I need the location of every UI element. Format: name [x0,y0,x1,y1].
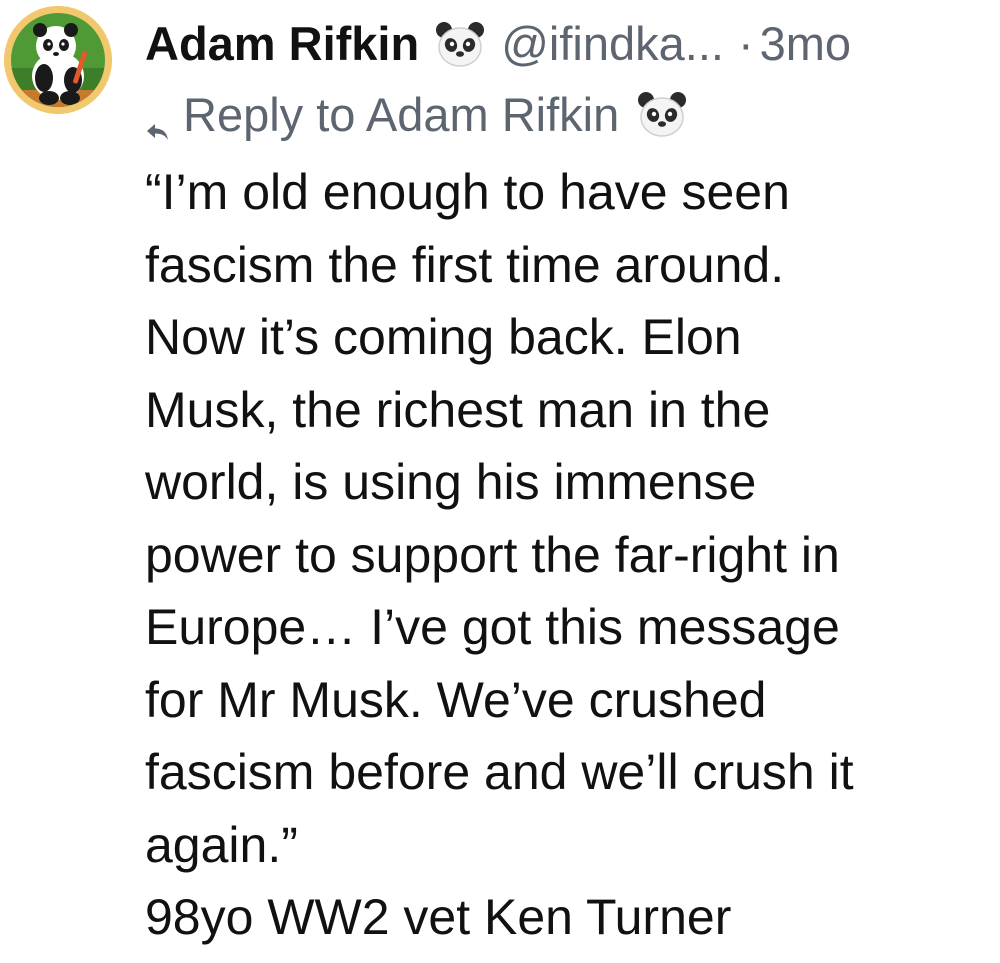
author-handle[interactable]: @ifindka... [501,12,724,76]
author-avatar[interactable] [4,6,112,114]
post: Adam Rifkin @ifindka... · 3mo Reply to A… [0,0,1000,963]
panda-face-icon [435,20,485,68]
post-body: “I’m old enough to have seen fascism the… [145,156,990,954]
post-body-line: world, is using his immense [145,454,757,510]
post-body-line: Europe… I’ve got this message [145,599,840,655]
post-body-line: “I’m old enough to have seen [145,164,790,220]
reply-to-label: Reply to Adam Rifkin [183,87,620,141]
post-header: Adam Rifkin @ifindka... · 3mo [145,12,995,76]
post-body-line: again.” [145,816,298,873]
reply-arrow-icon [145,101,171,140]
author-display-name[interactable]: Adam Rifkin [145,12,419,76]
post-body-line: Now it’s coming back. Elon [145,309,742,365]
panda-face-icon [637,90,687,138]
post-timestamp[interactable]: 3mo [760,12,851,76]
post-body-line: for Mr Musk. We’ve crushed [145,671,767,728]
post-body-line: fascism the first time around. [145,236,785,293]
post-body-line: Musk, the richest man in the [145,381,771,438]
post-body-line: 98yo WW2 vet Ken Turner [145,889,732,945]
post-body-line: power to support the far-right in [145,526,840,583]
reply-to-link[interactable]: Reply to Adam Rifkin [145,84,703,144]
panda-avatar-icon [4,6,112,114]
post-body-line: fascism before and we’ll crush it [145,744,854,800]
separator-dot: · [737,17,754,70]
